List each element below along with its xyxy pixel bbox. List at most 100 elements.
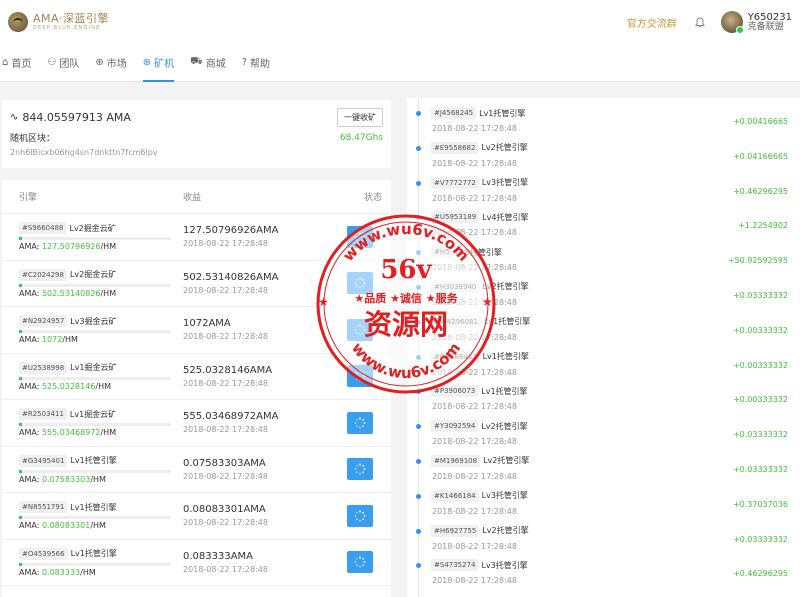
engine-progress-fill xyxy=(19,562,23,566)
nav-item-3[interactable]: ⊕ 矿机 xyxy=(142,44,175,82)
engine-income-time: 2018-08-22 17:28:48 xyxy=(183,564,268,574)
engine-rate: AMA: 0.083333/HM xyxy=(19,568,183,577)
rate-label: AMA: xyxy=(19,335,40,345)
engine-name: Lv2托管引擎 xyxy=(481,143,528,153)
engine-progress-bar xyxy=(19,330,171,334)
table-row: #G3495401 Lv1托管引擎 AMA: 0.07583303/HM 0.0758… xyxy=(2,447,391,493)
engine-income-amount: 555.03468972AMA xyxy=(183,411,279,423)
rate-unit: /HM xyxy=(90,474,106,484)
timeline-dot xyxy=(416,528,421,534)
table-row: #C2024298 Lv2掘金云矿 AMA: 502.53140826/HM 502.… xyxy=(2,261,391,307)
logo-subtitle: DEEP BLUE ENGINE xyxy=(33,25,101,31)
engine-id-badge: #H6927755 xyxy=(431,524,480,537)
mining-status-button[interactable] xyxy=(347,504,373,527)
engine-id-badge: #C2024298 xyxy=(19,268,67,281)
rate-value: 127.50796926 xyxy=(41,242,101,252)
income-amount: +0.00333332 xyxy=(732,360,788,370)
engine-progress-bar xyxy=(19,376,171,380)
rate-value: 0.07583303 xyxy=(41,474,91,484)
income-time: 2018-08-22 17:28:48 xyxy=(432,437,517,447)
income-time: 2018-08-22 17:28:48 xyxy=(432,332,517,342)
home-icon: ⌂ xyxy=(2,57,9,68)
random-block-label: 随机区块： xyxy=(10,134,56,144)
help-icon: ? xyxy=(241,57,248,68)
income-time: 2018-08-22 17:28:48 xyxy=(432,506,517,516)
official-group-link[interactable]: 官方交流群 xyxy=(627,15,677,30)
timeline-dot xyxy=(416,563,421,569)
nav-item-4[interactable]: ⛟ 商城 xyxy=(190,44,226,82)
engine-progress-bar xyxy=(19,237,171,241)
nav-item-2[interactable]: ⊕ 市场 xyxy=(95,44,126,82)
mining-status-button[interactable] xyxy=(347,458,373,481)
engine-id-badge: #N2924957 xyxy=(19,315,68,328)
mining-status-button[interactable] xyxy=(347,365,373,388)
list-item: #Y3092594 Lv2托管引擎 2018-08-22 17:28:48 +0.03… xyxy=(407,411,800,446)
mining-status-button[interactable] xyxy=(347,225,373,248)
engine-rate: AMA: 127.50796926/HM xyxy=(19,242,183,251)
nav-item-0[interactable]: ⌂ 首页 xyxy=(2,44,31,82)
table-row: #U2538998 Lv1掘金云矿 AMA: 525.0328146/HM 525.0… xyxy=(2,354,391,400)
loading-spinner-icon xyxy=(354,370,366,382)
engine-name: Lv5托管引擎 xyxy=(455,247,502,257)
rate-value: 0.083333 xyxy=(41,567,81,577)
engine-id-badge: #U2538998 xyxy=(19,361,68,374)
engine-rate: AMA: 525.0328146/HM xyxy=(19,382,183,391)
list-item: #W4296081 Lv1托管引擎 2018-08-22 17:28:48 +0.00… xyxy=(407,307,800,342)
column-header-income: 收益 xyxy=(183,193,202,203)
balance: 844.05597913 AMA xyxy=(22,110,131,124)
income-time: 2018-08-22 17:28:48 xyxy=(432,193,517,203)
income-amount: +0.03333332 xyxy=(732,430,788,440)
engine-id-badge: #K1466184 xyxy=(431,489,479,502)
engine-id-badge: #P3906073 xyxy=(431,385,479,398)
income-amount: +0.03333332 xyxy=(732,534,788,544)
engine-id-badge: #Y3092594 xyxy=(431,420,479,433)
engine-income-time: 2018-08-22 17:28:48 xyxy=(183,518,268,528)
rate-unit: /HM xyxy=(95,381,112,391)
timeline-dot xyxy=(416,215,421,221)
engine-name: Lv1掘金云矿 xyxy=(70,363,117,373)
engine-progress-bar xyxy=(19,423,171,427)
loading-spinner-icon xyxy=(354,463,366,475)
engine-progress-fill xyxy=(19,283,23,287)
engine-id-badge: #S9660488 xyxy=(19,222,67,235)
bell-icon[interactable] xyxy=(694,16,705,28)
nav-item-5[interactable]: ? 帮助 xyxy=(242,44,270,82)
mining-status-button[interactable] xyxy=(347,411,373,434)
mining-status-button[interactable] xyxy=(347,272,373,295)
rate-label: AMA: xyxy=(19,567,40,577)
income-time: 2018-08-22 17:28:48 xyxy=(432,124,517,133)
engine-progress-bar xyxy=(19,562,171,566)
timeline-dot xyxy=(416,145,421,151)
avatar[interactable] xyxy=(720,11,744,34)
logo[interactable]: AMA·深蓝引擎 DEEP BLUE ENGINE xyxy=(8,12,109,32)
engine-progress-fill xyxy=(19,423,23,427)
engine-id-badge: #O4539566 xyxy=(19,547,68,560)
engine-rate: AMA: 0.07583303/HM xyxy=(19,475,183,484)
nav-item-1[interactable]: ⚇ 团队 xyxy=(47,44,79,82)
list-item: #E9558682 Lv2托管引擎 2018-08-22 17:28:48 +0.04… xyxy=(407,133,800,168)
timeline-dot xyxy=(416,458,421,464)
globe-icon: ⊕ xyxy=(95,57,104,68)
engine-id-badge: #H3038940 xyxy=(431,280,480,293)
engine-name: Lv4托管引擎 xyxy=(482,212,529,222)
engine-income-amount: 0.07583303AMA xyxy=(183,457,266,469)
logo-icon xyxy=(8,12,28,32)
team-name: 克备联盟 xyxy=(747,21,784,32)
engine-id-badge: #H5 xyxy=(431,246,453,259)
mining-status-button[interactable] xyxy=(347,551,373,574)
table-row: #S9660488 Lv2掘金云矿 AMA: 127.50796926/HM 127.… xyxy=(2,214,391,261)
rate-unit: /HM xyxy=(100,288,117,298)
list-item: #S4735274 Lv3托管引擎 2018-08-22 17:28:48 +0.46… xyxy=(407,550,800,585)
engine-id-badge: #V7772772 xyxy=(431,176,479,189)
list-item: #H6927755 Lv2托管引擎 2018-08-22 17:28:48 +0.03… xyxy=(407,516,800,551)
engine-income-amount: 525.0328146AMA xyxy=(183,364,273,376)
column-header-engine: 引擎 xyxy=(19,193,38,203)
engine-id-badge: #E9558682 xyxy=(431,141,479,154)
engine-name: Lv2托管引擎 xyxy=(481,421,528,431)
engine-name: Lv1托管引擎 xyxy=(481,386,528,396)
list-item: #U5953189 Lv4托管引擎 2018-08-22 17:28:48 +1.22… xyxy=(407,202,800,237)
collect-all-button[interactable]: 一键收矿 xyxy=(337,107,383,127)
nav-item-label: 团队 xyxy=(59,59,80,70)
income-amount: +0.03333332 xyxy=(732,464,788,474)
mining-status-button[interactable] xyxy=(347,318,373,341)
